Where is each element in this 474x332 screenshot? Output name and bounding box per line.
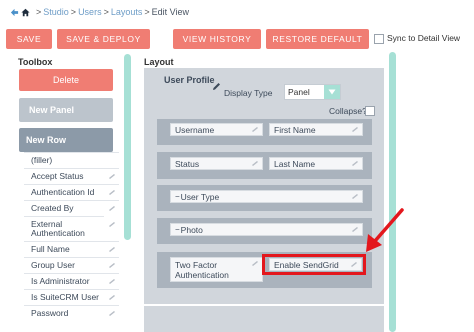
collapse-label: Collapse? [329,106,367,116]
toolbox-title: Toolbox [18,57,53,67]
field-label: Status [175,158,200,169]
restore-default-button[interactable]: RESTORE DEFAULT [266,29,369,49]
toolbox-field-label: Created By [31,203,74,213]
panel-label: User Profile [164,75,215,85]
pencil-icon[interactable] [108,310,116,316]
chevron-down-icon[interactable] [324,85,340,99]
breadcrumb-users[interactable]: Users [78,7,102,17]
toolbox-field-label: External Authentication [31,219,85,238]
new-panel-item[interactable]: New Panel [19,98,113,122]
toolbox-field[interactable]: Full Name [24,241,119,257]
display-type-select[interactable]: Panel [284,84,341,100]
toolbox-field[interactable]: Password [24,305,119,321]
panel-next[interactable] [144,306,384,332]
breadcrumb-separator: > [70,7,77,17]
pencil-icon[interactable] [108,246,116,252]
toolbox-field-label: Is Administrator [31,276,90,286]
toolbox-field-label: Password [31,308,69,318]
pencil-icon[interactable] [351,226,359,232]
toolbox-field-label: Authentication Id [31,187,95,197]
field-user-type[interactable]: − User Type [170,190,363,203]
toolbox-field[interactable]: Accept Status [24,168,119,184]
breadcrumb-separator: > [103,7,109,17]
field-status[interactable]: Status [170,157,263,170]
breadcrumb-layouts[interactable]: Layouts [111,7,143,17]
field-username[interactable]: Username [170,123,263,136]
toolbox-field-label: Is SuiteCRM User [31,292,100,302]
field-two-factor-authentication[interactable]: Two Factor Authentication [170,257,263,282]
field-label: User Type [180,191,220,202]
toolbox-field-label: Full Name [31,244,70,254]
field-last-name[interactable]: Last Name [269,157,363,170]
minus-icon[interactable]: − [175,192,180,201]
sync-checkbox[interactable] [374,34,384,44]
pencil-icon[interactable] [108,278,116,284]
breadcrumb-studio[interactable]: Studio [43,7,69,17]
field-label: Username [175,124,215,135]
home-icon[interactable] [21,8,30,17]
minus-icon[interactable]: − [175,225,180,234]
toolbox-field[interactable]: (filler) [24,152,119,168]
pencil-icon[interactable] [108,173,116,179]
field-label: First Name [274,124,316,135]
save-button[interactable]: SAVE [6,29,52,49]
pencil-icon[interactable] [212,82,221,91]
sync-label: Sync to Detail View [387,33,461,43]
breadcrumb-current: Edit View [151,7,189,17]
toolbox-field-label: Accept Status [31,171,84,181]
toolbox-field[interactable]: Created By [24,200,119,216]
pencil-icon[interactable] [108,189,116,195]
pencil-icon[interactable] [108,205,116,211]
pencil-icon[interactable] [251,126,259,132]
toolbox-field-list: (filler) Accept Status Authentication Id… [24,152,119,321]
breadcrumb-separator: > [36,7,42,17]
toolbox-field[interactable]: Is Administrator [24,273,119,289]
layout-scrollbar[interactable] [389,52,396,332]
delete-drop-zone[interactable]: Delete [19,69,113,91]
toolbox-scrollbar[interactable] [124,54,131,240]
breadcrumb-separator: > [144,7,150,17]
save-deploy-button[interactable]: SAVE & DEPLOY [57,29,150,49]
breadcrumb: > Studio > Users > Layouts > Edit View [10,6,189,18]
pencil-icon[interactable] [108,221,116,227]
field-photo[interactable]: − Photo [170,223,363,236]
display-type-label: Display Type [224,88,273,98]
pencil-icon[interactable] [351,193,359,199]
toolbox-field[interactable]: Is SuiteCRM User [24,289,119,305]
layout-title: Layout [144,57,174,67]
toolbox-field[interactable]: External Authentication [24,216,115,241]
highlight-box [262,254,366,275]
pencil-icon[interactable] [251,160,259,166]
field-label: Last Name [274,158,316,169]
toolbox-field-label: Group User [31,260,75,270]
pencil-icon[interactable] [351,126,359,132]
toolbox-field[interactable]: Group User [24,257,119,273]
pencil-icon[interactable] [251,260,259,266]
field-first-name[interactable]: First Name [269,123,363,136]
new-row-item[interactable]: New Row [19,128,113,152]
toolbox-field-label: (filler) [31,155,53,165]
view-history-button[interactable]: VIEW HISTORY [173,29,261,49]
field-label: Photo [180,224,203,235]
pencil-icon[interactable] [108,294,116,300]
back-arrow-icon[interactable] [10,8,19,17]
pencil-icon[interactable] [351,160,359,166]
field-label: Two Factor Authentication [175,259,229,280]
collapse-checkbox[interactable] [365,106,375,116]
pencil-icon[interactable] [108,262,116,268]
toolbox-field[interactable]: Authentication Id [24,184,119,200]
display-type-value: Panel [288,87,310,97]
